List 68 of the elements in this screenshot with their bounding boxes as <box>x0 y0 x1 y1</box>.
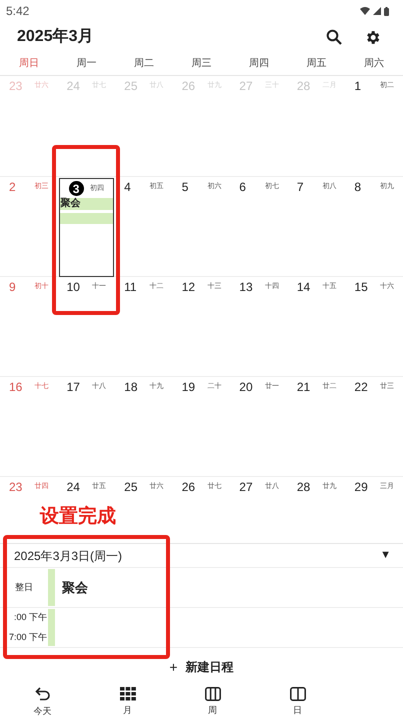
month-title: 2025年3月 <box>17 26 94 47</box>
time-label: 7:00 下午 <box>8 630 47 644</box>
day-number: 26 <box>182 78 196 94</box>
day-number: 17 <box>66 379 80 395</box>
day-number: 14 <box>296 279 310 295</box>
day-number: 11 <box>124 279 137 295</box>
day-number: 22 <box>354 379 368 395</box>
day-number: 29 <box>354 479 368 495</box>
nav-tab[interactable]: 月 <box>85 682 170 720</box>
day-number: 18 <box>124 379 138 395</box>
day-number: 3 <box>68 181 84 196</box>
signal-icon <box>373 7 381 15</box>
event-color-bar <box>48 569 55 606</box>
day-number: 25 <box>124 479 138 495</box>
all-day-label: 整日 <box>15 580 33 594</box>
day-number: 23 <box>9 78 22 94</box>
day-number: 24 <box>66 479 80 495</box>
weekday-label: 周一 <box>76 57 96 71</box>
nav-tab[interactable]: 日 <box>255 682 340 720</box>
event-color-bar <box>48 609 55 646</box>
day-number: 15 <box>354 279 368 295</box>
day-number: 26 <box>182 479 196 495</box>
day-number: 20 <box>239 379 253 395</box>
weekday-label: 周四 <box>249 57 270 71</box>
day-number: 28 <box>296 479 310 495</box>
day-number: 25 <box>124 78 138 94</box>
day-number: 27 <box>239 479 253 495</box>
day-number: 8 <box>354 179 362 195</box>
annotation-label: 设置完成 <box>40 504 116 529</box>
day-number: 1 <box>354 78 362 94</box>
day-number: 19 <box>182 379 196 395</box>
status-time: 5:42 <box>6 3 30 20</box>
day-number: 10 <box>66 279 80 295</box>
day-number: 21 <box>296 379 310 395</box>
event-bar[interactable]: 聚会 <box>60 198 114 210</box>
time-label: :00 下午 <box>14 611 47 624</box>
event-title[interactable]: 聚会 <box>62 578 88 598</box>
weekday-label: 周五 <box>306 57 327 71</box>
selected-date: 2025年3月3日(周一) <box>14 548 122 564</box>
day-number: 13 <box>239 279 253 295</box>
day-number: 6 <box>239 179 246 195</box>
day-number: 5 <box>182 179 188 195</box>
split-view-icon <box>290 686 306 701</box>
day-number: 4 <box>124 179 131 195</box>
weekday-label: 周三 <box>191 57 212 71</box>
weekday-label: 周二 <box>134 57 154 71</box>
columns-icon <box>204 686 220 701</box>
day-number: 2 <box>9 179 16 195</box>
nav-tab[interactable]: 今天 <box>0 682 85 720</box>
nav-tab[interactable]: 周 <box>170 682 255 720</box>
day-number: 16 <box>9 379 22 395</box>
wifi-icon <box>360 7 370 15</box>
day-number: 28 <box>296 78 310 94</box>
battery-icon <box>384 6 389 16</box>
day-number: 23 <box>9 479 22 495</box>
day-number: 7 <box>296 179 304 195</box>
new-event-button[interactable]: + 新建日程 <box>169 658 234 676</box>
weekday-label: 周日 <box>18 57 39 71</box>
grid-icon <box>120 686 136 701</box>
settings-icon[interactable] <box>364 28 381 46</box>
weekday-label: 周六 <box>364 56 384 71</box>
undo-icon <box>34 686 50 702</box>
day-number: 12 <box>182 279 196 295</box>
day-number: 27 <box>239 78 253 94</box>
day-number: 24 <box>66 78 80 94</box>
collapse-toggle[interactable]: ▼ <box>380 550 391 561</box>
day-number: 9 <box>9 279 16 295</box>
search-icon[interactable] <box>326 29 342 45</box>
